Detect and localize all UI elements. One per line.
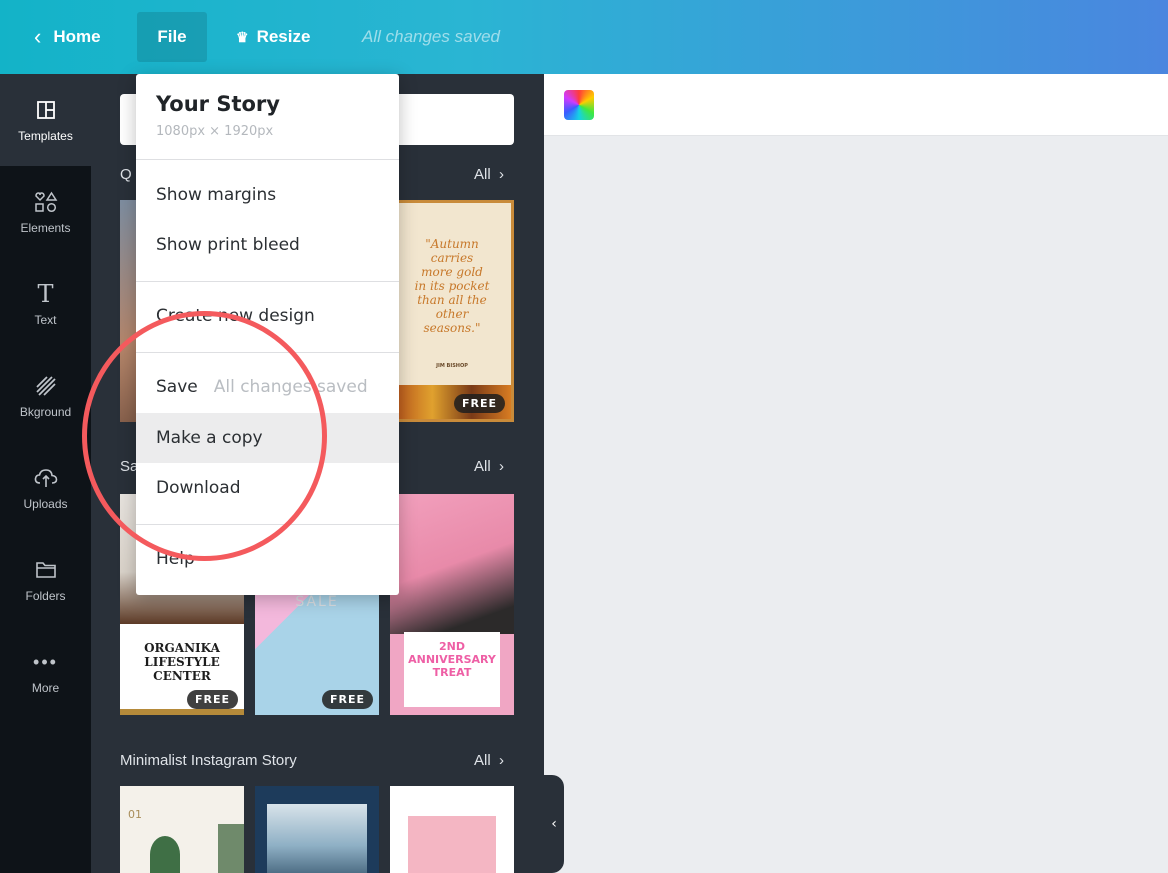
menu-item-show-margins[interactable]: Show margins (136, 170, 399, 220)
file-label: File (157, 27, 187, 46)
rail-label: Folders (25, 589, 66, 603)
chevron-left-icon: ‹ (34, 24, 42, 49)
folder-icon (35, 557, 57, 583)
quote-text: "Autumn carries more gold in its pocket … (414, 237, 490, 335)
rail-label: More (31, 681, 60, 695)
color-picker-icon[interactable] (564, 90, 594, 120)
menu-item-save[interactable]: Save All changes saved (136, 362, 399, 412)
sale-text: SALE (295, 594, 339, 610)
dancer-photo (408, 816, 496, 873)
plant-leaf (150, 836, 180, 873)
menu-divider (136, 524, 399, 525)
section-title: Minimalist Instagram Story (120, 752, 297, 769)
menu-item-create-new-design[interactable]: Create new design (136, 291, 399, 341)
file-menu-button[interactable]: File (137, 12, 207, 62)
rail-item-templates[interactable]: Templates (0, 74, 91, 166)
menu-item-label: Show print bleed (156, 235, 300, 255)
text-icon: T (37, 280, 54, 308)
upload-cloud-icon (34, 465, 58, 491)
quote-author: JIM BISHOP (436, 363, 468, 369)
template-thumbnail-anniversary[interactable]: 2ND ANNIVERSARY TREAT (390, 494, 514, 715)
rail-item-text[interactable]: T Text (0, 258, 91, 350)
menu-item-label: Download (156, 478, 241, 498)
background-icon (35, 373, 57, 399)
crown-icon: ♛ (236, 28, 249, 45)
organika-title: ORGANIKA LIFESTYLE CENTER (144, 641, 220, 683)
rail-label: Uploads (23, 497, 68, 511)
chevron-left-icon: ‹ (551, 816, 557, 832)
anniversary-text: 2ND ANNIVERSARY TREAT (408, 640, 496, 679)
rail-item-more[interactable]: ••• More (0, 626, 91, 718)
templates-icon (36, 97, 56, 123)
file-dropdown-menu: Your Story 1080px × 1920px Show margins … (136, 74, 399, 595)
free-badge: FREE (186, 690, 238, 709)
free-badge: FREE (453, 394, 505, 413)
rail-label: Text (34, 313, 57, 327)
gold-strip (120, 709, 244, 715)
menu-item-label: Make a copy (156, 428, 263, 448)
canvas-toolbar (544, 74, 1168, 136)
minimal-number: 01 (128, 808, 142, 821)
template-thumbnail-minimal[interactable]: 01 (120, 786, 244, 873)
rail-label: Elements (20, 221, 71, 235)
see-all-link[interactable]: All › (474, 166, 504, 183)
save-status-note: All changes saved (213, 377, 368, 397)
template-thumbnail-dancer[interactable] (390, 786, 514, 873)
menu-item-label: Help (156, 549, 195, 569)
template-thumbnail-pier[interactable] (255, 786, 379, 873)
section-title: Q (120, 166, 132, 183)
home-label: Home (53, 27, 101, 46)
rail-item-uploads[interactable]: Uploads (0, 442, 91, 534)
rail-item-background[interactable]: Bkground (0, 350, 91, 442)
menu-divider (136, 159, 399, 160)
save-status: All changes saved (362, 27, 500, 46)
menu-item-label: Save (156, 377, 198, 397)
menu-divider (136, 352, 399, 353)
elements-icon (34, 189, 58, 215)
top-toolbar: ‹ Home File ♛ Resize All changes saved (0, 0, 1168, 74)
menu-item-help[interactable]: Help (136, 534, 399, 584)
rail-item-folders[interactable]: Folders (0, 534, 91, 626)
rail-label: Bkground (19, 405, 72, 419)
menu-item-label: Show margins (156, 185, 277, 205)
design-dimensions: 1080px × 1920px (156, 124, 274, 139)
menu-divider (136, 281, 399, 282)
anniversary-card: 2ND ANNIVERSARY TREAT (404, 632, 500, 707)
menu-item-show-print-bleed[interactable]: Show print bleed (136, 220, 399, 270)
collapse-panel-button[interactable]: ‹ (544, 775, 564, 873)
left-icon-rail: Templates Elements T Text Bkground Uploa… (0, 74, 91, 873)
menu-item-label: Create new design (156, 306, 315, 326)
menu-item-make-a-copy[interactable]: Make a copy (136, 413, 399, 463)
resize-button[interactable]: ♛ Resize (236, 12, 310, 62)
rail-item-elements[interactable]: Elements (0, 166, 91, 258)
menu-item-download[interactable]: Download (136, 463, 399, 513)
home-button[interactable]: ‹ Home (22, 12, 113, 62)
template-thumbnail-autumn-quote[interactable]: "Autumn carries more gold in its pocket … (390, 200, 514, 422)
design-title: Your Story (156, 92, 280, 116)
see-all-link[interactable]: All › (474, 458, 504, 475)
rail-label: Templates (18, 129, 73, 143)
see-all-link[interactable]: All › (474, 752, 504, 769)
clothing-photo (390, 494, 514, 634)
resize-label: Resize (256, 27, 311, 46)
free-badge: FREE (321, 690, 373, 709)
more-dots-icon: ••• (33, 651, 58, 672)
pier-photo (267, 804, 367, 873)
green-block (218, 824, 244, 873)
